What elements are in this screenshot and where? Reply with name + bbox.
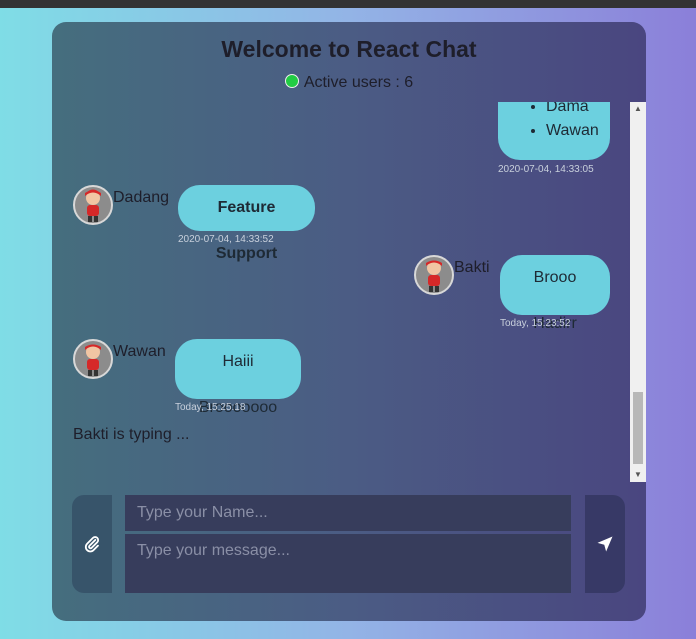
window-top-bar [0,0,696,8]
scroll-up-arrow-icon[interactable]: ▲ [630,102,646,116]
name-input[interactable] [125,495,571,531]
scroll-thumb[interactable] [633,392,643,464]
avatar [73,339,113,379]
attach-button[interactable] [72,495,112,593]
message-bubble: Brooo Hadirr [500,255,610,332]
message-timestamp: 2020-07-04, 14:33:05 [498,164,594,175]
message-list: Dama Wawan 2020-07-04, 14:33:05 Dadang F… [52,102,630,482]
message-input[interactable] [125,534,571,593]
scroll-down-arrow-icon[interactable]: ▼ [630,468,646,482]
message-bubble-list: Dama Wawan [498,102,610,160]
username: Wawan [113,343,166,360]
chat-card: Welcome to React Chat Active users : 6 D… [52,22,646,621]
avatar [73,185,113,225]
avatar [414,255,454,295]
send-icon [597,536,613,552]
avatar-icon [426,260,442,292]
list-item: Wawan [546,119,610,143]
username: Bakti [454,259,490,276]
message-timestamp: 2020-07-04, 14:33:52 [178,234,274,245]
username: Dadang [113,189,170,206]
paperclip-icon [84,536,100,553]
typing-indicator: Bakti is typing ... [73,426,190,443]
message-bubble: Haiii Brooooooo [175,339,301,416]
active-users: Active users : 6 [52,74,646,92]
chat-scrollbar[interactable]: ▲ ▼ [630,102,646,482]
send-button[interactable] [585,495,625,593]
avatar-icon [85,344,101,376]
composer [52,482,646,621]
active-users-label: Active users : 6 [303,74,414,91]
list-item: Dama [546,102,610,119]
avatar-icon [85,189,101,222]
online-dot-icon [284,74,299,88]
message-timestamp: Today, 15:25:18 [175,402,246,413]
bullet-list: Dama Wawan [526,102,610,143]
page-title: Welcome to React Chat [221,36,477,62]
chat-header: Welcome to React Chat Active users : 6 [52,22,646,102]
message-bubble: Feature Support [178,185,315,262]
message-timestamp: Today, 15:23:52 [500,318,571,329]
